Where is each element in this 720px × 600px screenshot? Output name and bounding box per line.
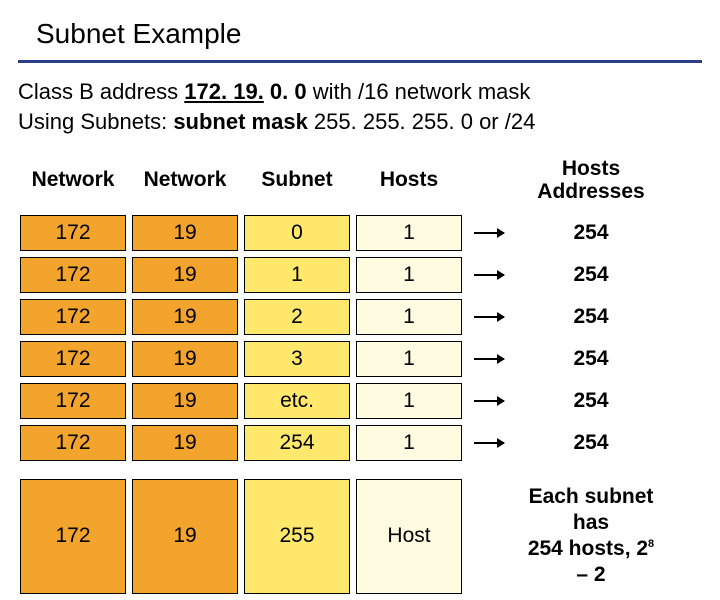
table-row: 17219etc.1 254 xyxy=(20,383,666,419)
arrow-cell xyxy=(468,383,510,419)
cell-sub: etc. xyxy=(244,383,350,419)
col-subnet: Subnet xyxy=(244,152,350,208)
cell-net2: 19 xyxy=(132,341,238,377)
description: Class B address 172. 19. 0. 0 with /16 n… xyxy=(0,77,720,146)
arrow-cell xyxy=(468,215,510,251)
spacer xyxy=(468,479,510,594)
cell-hosts-addr: 254 xyxy=(516,299,666,335)
desc-l1-post: with /16 network mask xyxy=(307,79,531,104)
cell-host: 1 xyxy=(356,341,462,377)
note-l2b: – 2 xyxy=(576,563,605,586)
col-hosts: Hosts xyxy=(356,152,462,208)
gap xyxy=(20,467,666,473)
arrow-cell xyxy=(468,341,510,377)
table-row: 1721901 254 xyxy=(20,215,666,251)
cell-sub: 3 xyxy=(244,341,350,377)
arrow-cell xyxy=(468,299,510,335)
desc-l2-bold: subnet mask xyxy=(173,109,308,134)
col-hosts-addresses: Hosts Addresses xyxy=(516,152,666,208)
col-network-1: Network xyxy=(20,152,126,208)
desc-l1-underline: 172. 19. xyxy=(184,79,264,104)
cell-net1: 172 xyxy=(20,479,126,594)
hosts-hdr-l2: Addresses xyxy=(537,180,644,203)
slide-title: Subnet Example xyxy=(0,0,720,60)
table-last-row: 172 19 255 Host Each subnet has 254 host… xyxy=(20,479,666,594)
cell-net2: 19 xyxy=(132,479,238,594)
cell-net1: 172 xyxy=(20,215,126,251)
cell-host: 1 xyxy=(356,383,462,419)
cell-net1: 172 xyxy=(20,425,126,461)
desc-l2-pre: Using Subnets: xyxy=(18,109,173,134)
arrow-cell xyxy=(468,257,510,293)
table-row: 1721921 254 xyxy=(20,299,666,335)
arrow-icon xyxy=(474,442,504,444)
table-row: 172192541254 xyxy=(20,425,666,461)
footnote: Each subnet has 254 hosts, 28 – 2 xyxy=(516,479,666,594)
arrow-icon xyxy=(474,274,504,276)
table-row: 1721931 254 xyxy=(20,341,666,377)
cell-net2: 19 xyxy=(132,257,238,293)
cell-sub: 1 xyxy=(244,257,350,293)
table-header-row: Network Network Subnet Hosts Hosts Addre… xyxy=(20,152,666,208)
cell-sub: 2 xyxy=(244,299,350,335)
table-row: 1721911254 xyxy=(20,257,666,293)
cell-net2: 19 xyxy=(132,215,238,251)
desc-l2-post: 255. 255. 255. 0 or /24 xyxy=(308,109,536,134)
arrow-icon xyxy=(474,316,504,318)
cell-host: 1 xyxy=(356,425,462,461)
cell-host: 1 xyxy=(356,299,462,335)
cell-sub: 254 xyxy=(244,425,350,461)
arrow-icon xyxy=(474,400,504,402)
cell-net1: 172 xyxy=(20,341,126,377)
cell-net2: 19 xyxy=(132,425,238,461)
desc-l1-mid: 0. 0 xyxy=(264,79,307,104)
cell-net1: 172 xyxy=(20,257,126,293)
cell-hosts-addr: 254 xyxy=(516,341,666,377)
title-rule xyxy=(18,60,702,63)
spacer xyxy=(468,152,510,208)
cell-net2: 19 xyxy=(132,383,238,419)
cell-sub: 255 xyxy=(244,479,350,594)
hosts-hdr-l1: Hosts xyxy=(562,157,620,180)
cell-host: 1 xyxy=(356,215,462,251)
cell-hosts-addr: 254 xyxy=(516,383,666,419)
cell-hosts-addr: 254 xyxy=(516,257,666,293)
arrow-icon xyxy=(474,358,504,360)
cell-net1: 172 xyxy=(20,383,126,419)
arrow-cell xyxy=(468,425,510,461)
cell-net1: 172 xyxy=(20,299,126,335)
cell-sub: 0 xyxy=(244,215,350,251)
subnet-table: Network Network Subnet Hosts Hosts Addre… xyxy=(14,146,672,599)
note-l2a: 254 hosts, 2 xyxy=(528,537,648,560)
cell-hosts-addr: 254 xyxy=(516,425,666,461)
desc-l1-pre: Class B address xyxy=(18,79,184,104)
cell-net2: 19 xyxy=(132,299,238,335)
cell-host: Host xyxy=(356,479,462,594)
arrow-icon xyxy=(474,232,504,234)
cell-hosts-addr: 254 xyxy=(516,215,666,251)
col-network-2: Network xyxy=(132,152,238,208)
note-l1: Each subnet has xyxy=(529,485,654,534)
cell-host: 1 xyxy=(356,257,462,293)
